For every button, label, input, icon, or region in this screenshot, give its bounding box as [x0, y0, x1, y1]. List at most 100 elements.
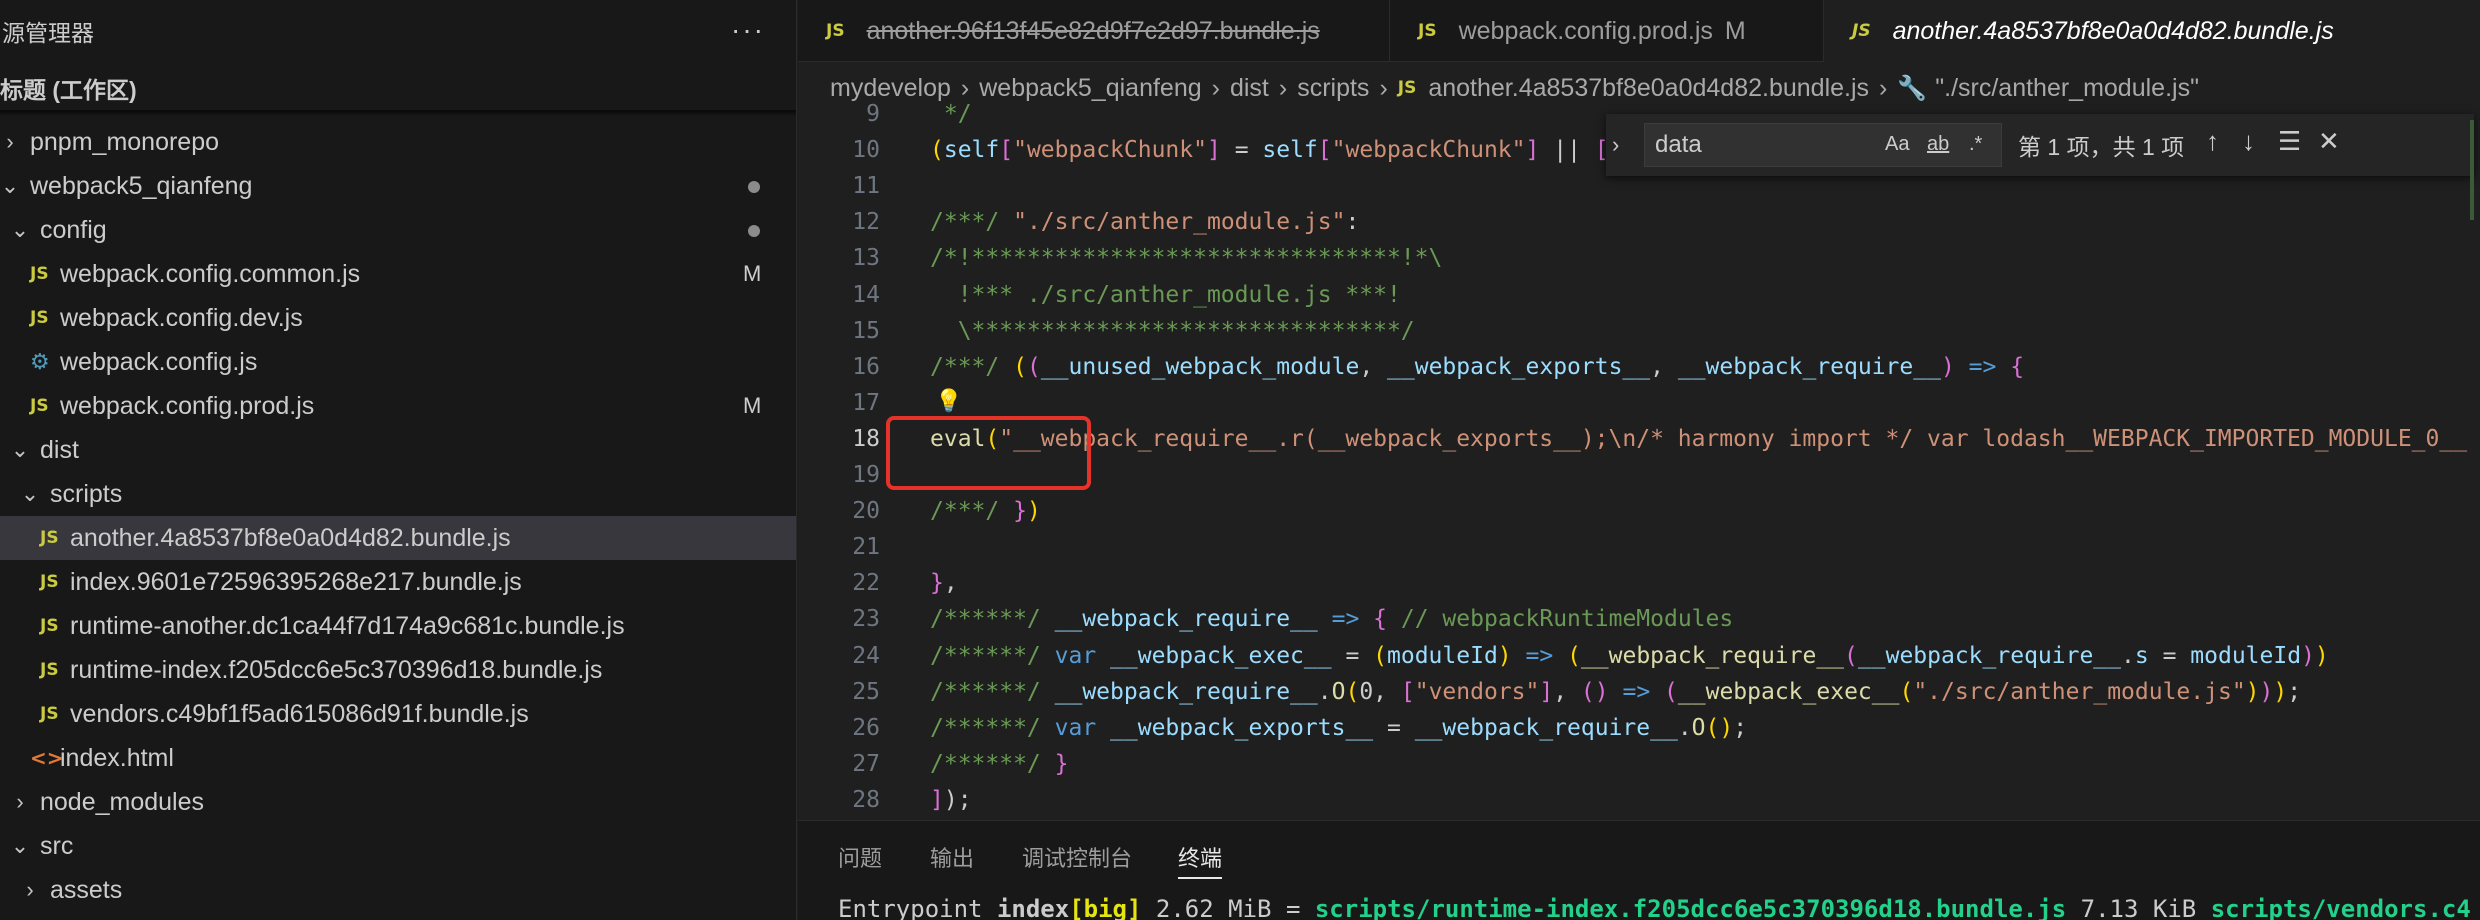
explorer-title: 源管理器 — [2, 20, 94, 46]
editor-tab[interactable]: JS webpack.config.prod.js M — [1390, 0, 1824, 62]
editor-tab[interactable]: JS another.96f13f45e82d9f7c2d97.bundle.js — [798, 0, 1390, 62]
code-line: 28]); — [798, 782, 2480, 818]
tree-item[interactable]: <> index.html — [0, 736, 796, 780]
chevron-right-icon[interactable]: › — [10, 789, 30, 815]
tree-item[interactable]: JS webpack.config.prod.js M — [0, 384, 796, 428]
tree-item-label: dist — [40, 435, 79, 464]
match-whole-word-icon[interactable]: ab — [1927, 133, 1949, 156]
tree-item-label: assets — [50, 875, 123, 904]
tab-terminal[interactable]: 终端 — [1178, 841, 1223, 879]
line-number: 28 — [852, 786, 880, 813]
tree-item-label: config — [40, 215, 107, 244]
line-number: 21 — [852, 534, 880, 561]
match-case-icon[interactable]: Aa — [1885, 133, 1909, 156]
code-text: /******/ var __webpack_exports__ = __web… — [930, 714, 1748, 741]
tree-item[interactable]: JS index.9601e72596395268e217.bundle.js — [0, 560, 796, 604]
tree-item[interactable]: JS webpack.config.dev.js — [0, 296, 796, 340]
changes-dot — [748, 181, 760, 193]
code-text: /***/ ((__unused_webpack_module, __webpa… — [930, 353, 2025, 380]
chevron-right-icon[interactable]: › — [0, 129, 20, 155]
previous-match-icon[interactable]: ↑ — [2206, 126, 2219, 157]
code-text: */ — [930, 101, 972, 127]
chevron-down-icon[interactable]: ⌄ — [10, 217, 30, 243]
chevron-down-icon[interactable]: ⌄ — [0, 173, 20, 199]
workspace-header[interactable]: 标题 (工作区) — [0, 66, 796, 110]
tree-item-label: webpack5_qianfeng — [30, 171, 253, 200]
line-number: 16 — [852, 353, 880, 380]
js-file-icon: JS — [40, 660, 59, 680]
js-file-icon: JS — [1852, 21, 1871, 41]
chevron-down-icon[interactable]: ⌄ — [10, 437, 30, 463]
chevron-down-icon[interactable]: ⌄ — [20, 481, 40, 507]
tree-item[interactable]: ⚙ webpack.config.js — [0, 340, 796, 384]
line-number: 23 — [852, 606, 880, 633]
code-line: 16 /***/ ((__unused_webpack_module, __web… — [798, 349, 2480, 385]
bottom-panel: 问题 输出 调试控制台 终端 Entrypoint index[big] 2.6… — [798, 820, 2480, 920]
line-number: 27 — [852, 750, 880, 777]
editor-tabs: JS another.96f13f45e82d9f7c2d97.bundle.js… — [798, 0, 2480, 62]
tree-item[interactable]: ⌄ src — [0, 824, 796, 868]
regex-icon[interactable]: .* — [1969, 133, 1982, 156]
find-in-selection-icon[interactable]: ☰ — [2278, 126, 2301, 157]
code-line: 27 /******/ } — [798, 746, 2480, 782]
tree-item[interactable]: JS webpack.config.common.js M — [0, 252, 796, 296]
line-number: 12 — [852, 209, 880, 236]
code-text: !*** ./src/anther_module.js ***! — [930, 281, 1401, 308]
find-input-value: data — [1655, 131, 1702, 158]
tree-item-label: pnpm_monorepo — [30, 127, 220, 156]
find-input[interactable]: data Aa ab .* — [1644, 123, 2002, 167]
more-actions-icon[interactable]: ··· — [731, 14, 765, 46]
tab-terminal-label: 终端 — [1178, 846, 1223, 871]
explorer-sidebar: 源管理器 ··· 标题 (工作区) › pnpm_monorepo ⌄ webpack… — [0, 0, 797, 920]
scroll-shadow — [0, 110, 796, 116]
tree-item[interactable]: JS vendors.c49bf1f5ad615086d91f.bundle.js — [0, 692, 796, 736]
js-file-icon: JS — [30, 264, 49, 284]
tree-item[interactable]: JS runtime-index.f205dcc6e5c370396d18.bun… — [0, 648, 796, 692]
tree-item-label: webpack.config.js — [60, 347, 258, 376]
code-line: 23 /******/ __webpack_require__ => { // w… — [798, 601, 2480, 637]
code-text: \*******************************/ — [930, 317, 1415, 344]
code-line: 22}, — [798, 565, 2480, 601]
lightbulb-icon[interactable]: 💡 — [935, 389, 962, 414]
next-match-icon[interactable]: ↓ — [2242, 126, 2255, 157]
minimap[interactable] — [2470, 120, 2474, 220]
tree-item[interactable]: JS runtime-another.dc1ca44f7d174a9c681c.b… — [0, 604, 796, 648]
highlight-annotation-box — [886, 416, 1091, 490]
tree-item-label: webpack.config.prod.js — [60, 391, 315, 420]
tab-debug-console[interactable]: 调试控制台 — [1022, 841, 1132, 873]
explorer-header: 源管理器 ··· — [0, 0, 796, 62]
terminal-size-1: 7.13 KiB — [2066, 895, 2211, 920]
js-file-icon: JS — [40, 572, 59, 592]
code-line: 20 /***/ }) — [798, 493, 2480, 529]
tree-item[interactable]: ⌄ config — [0, 208, 796, 252]
js-file-icon: JS — [40, 704, 59, 724]
code-text: /******/ __webpack_require__.O(0, ["vend… — [930, 678, 2302, 705]
line-number: 19 — [852, 462, 880, 488]
editor-tab[interactable]: JS another.4a8537bf8e0a0d4d82.bundle.js — [1824, 0, 2480, 62]
tree-item[interactable]: ⌄ webpack5_qianfeng — [0, 164, 796, 208]
code-line: 12 /***/ "./src/anther_module.js": — [798, 204, 2480, 240]
toggle-replace-icon[interactable]: › — [1612, 132, 1636, 158]
close-icon[interactable]: ✕ — [2318, 126, 2340, 157]
tree-item[interactable]: › node_modules — [0, 780, 796, 824]
git-modified-badge: M — [743, 393, 762, 418]
line-number: 9 — [866, 101, 880, 127]
tree-item[interactable]: ⌄ dist — [0, 428, 796, 472]
code-text: /******/ } — [930, 750, 1069, 777]
tree-item[interactable]: JS another.4a8537bf8e0a0d4d82.bundle.js — [0, 516, 796, 560]
line-number: 15 — [852, 317, 880, 344]
tab-output[interactable]: 输出 — [930, 841, 974, 873]
tree-item[interactable]: ⌄ scripts — [0, 472, 796, 516]
tree-item[interactable]: › pnpm_monorepo — [0, 120, 796, 164]
js-file-icon: JS — [1418, 21, 1437, 41]
editor-tab-label: webpack.config.prod.js — [1458, 16, 1713, 45]
code-line: 25 /******/ __webpack_require__.O(0, ["ve… — [798, 674, 2480, 710]
tree-item-label: runtime-another.dc1ca44f7d174a9c681c.bun… — [70, 611, 625, 640]
code-text: /***/ }) — [930, 498, 1041, 525]
line-number: 26 — [852, 714, 880, 741]
chevron-right-icon[interactable]: › — [20, 877, 40, 903]
chevron-down-icon[interactable]: ⌄ — [10, 833, 30, 859]
tab-problems[interactable]: 问题 — [838, 841, 882, 873]
terminal-output[interactable]: Entrypoint index[big] 2.62 MiB = scripts… — [838, 895, 2471, 920]
tree-item[interactable]: › assets — [0, 868, 796, 912]
